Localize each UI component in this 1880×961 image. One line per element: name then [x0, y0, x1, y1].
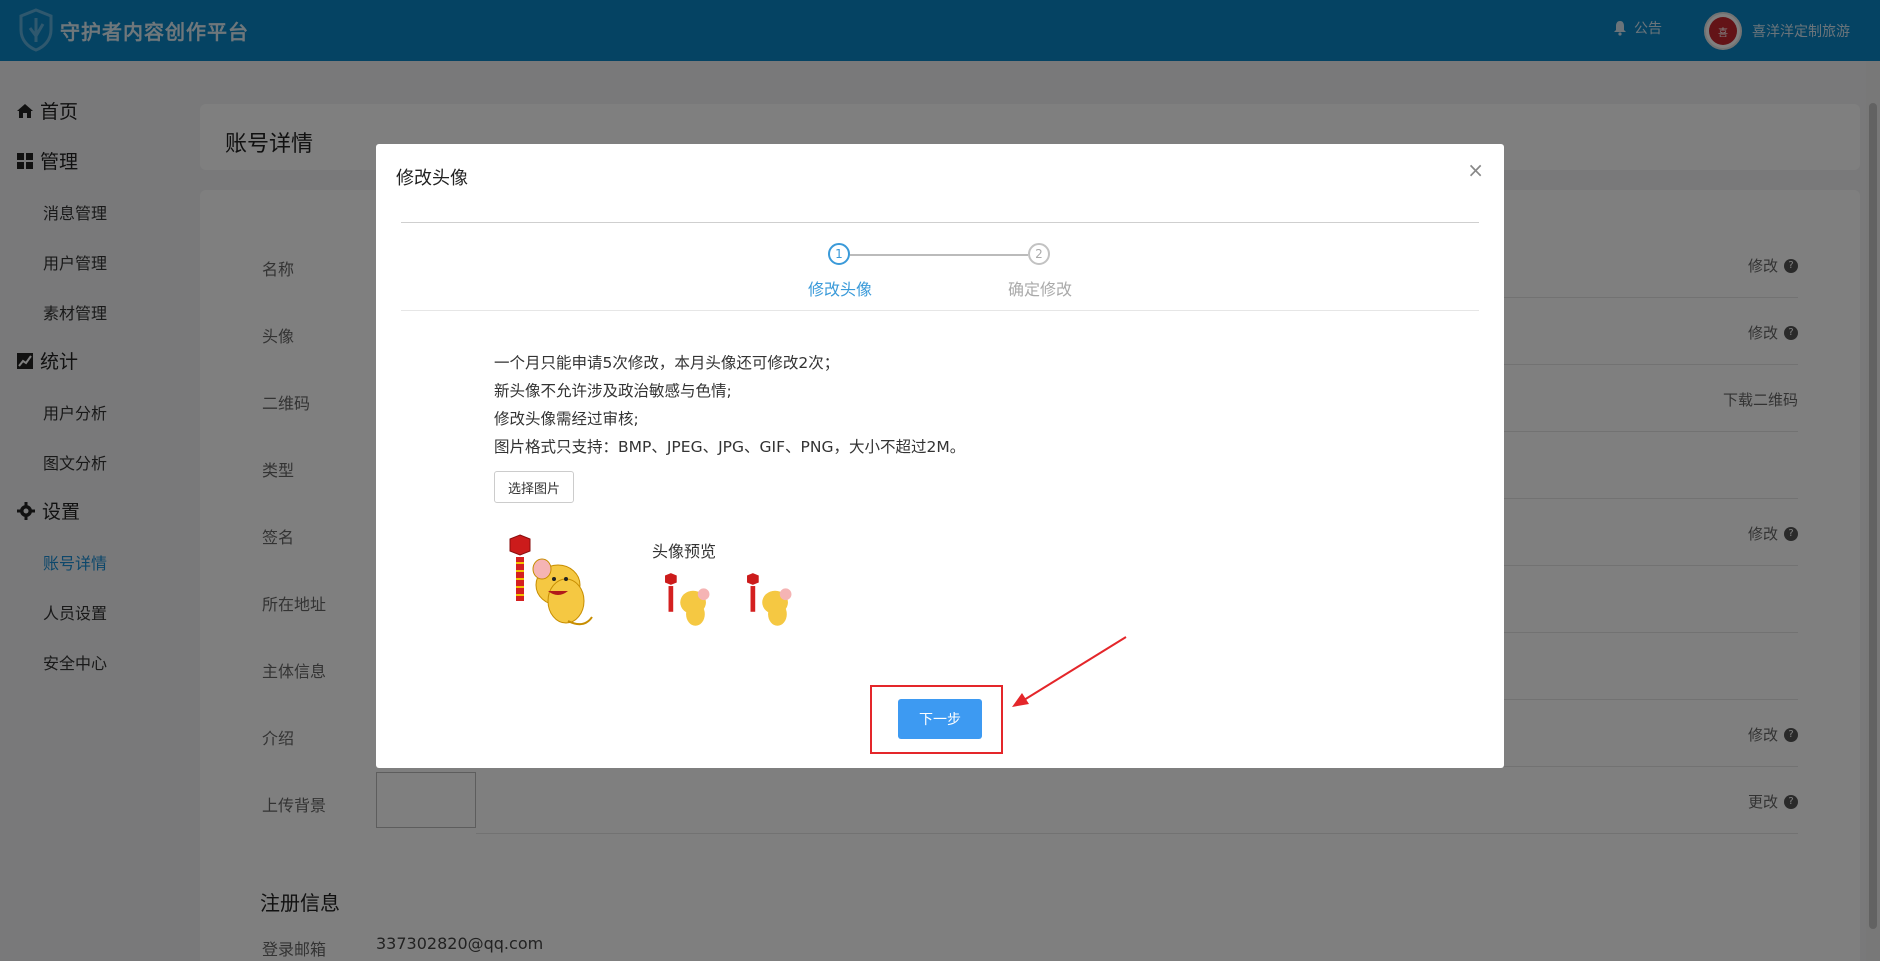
- close-icon[interactable]: ×: [1467, 160, 1484, 180]
- step-2-label: 确定修改: [1008, 280, 1073, 299]
- modal-divider: [401, 222, 1479, 223]
- modal-divider: [401, 310, 1479, 311]
- rule-text: 一个月只能申请5次修改，本月头像还可修改2次；: [494, 354, 840, 372]
- change-avatar-modal: 修改头像 × 1 2 修改头像 确定修改 一个月只能申请5次修改，本月头像还可修…: [376, 144, 1504, 768]
- rule-text: 新头像不允许涉及政治敏感与色情;: [494, 382, 732, 400]
- preview-label: 头像预览: [652, 542, 717, 561]
- step-2-indicator: 2: [1028, 243, 1050, 265]
- step-1-label: 修改头像: [808, 280, 873, 299]
- step-connector: [850, 254, 1028, 256]
- avatar-preview-small: [747, 573, 792, 626]
- avatar-preview-large: [509, 534, 593, 626]
- rule-text: 图片格式只支持：BMP、JPEG、JPG、GIF、PNG，大小不超过2M。: [494, 438, 966, 456]
- select-image-button[interactable]: 选择图片: [494, 471, 574, 503]
- next-step-button[interactable]: 下一步: [898, 699, 982, 739]
- modal-title: 修改头像: [396, 168, 468, 189]
- avatar-preview-medium: [665, 573, 710, 626]
- step-1-indicator: 1: [828, 243, 850, 265]
- rule-text: 修改头像需经过审核;: [494, 410, 639, 428]
